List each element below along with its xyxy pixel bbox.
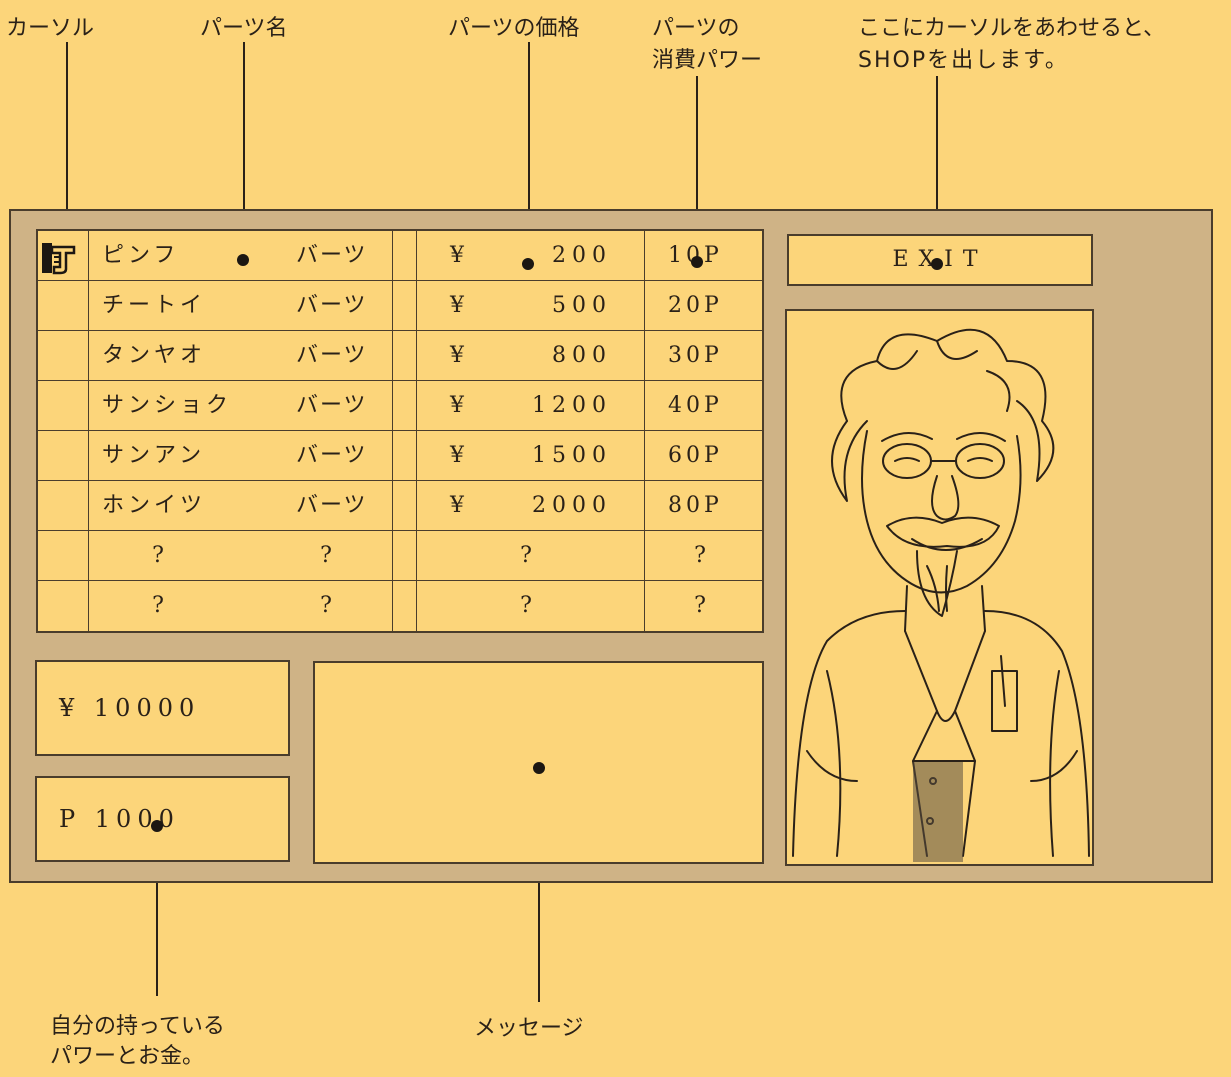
part-name-pointer-dot	[237, 254, 249, 266]
table-row[interactable]: ホンイツ バーツ ¥ 2000 80P	[38, 481, 762, 531]
exit-pointer-dot	[931, 258, 943, 270]
part-name: チートイ	[102, 293, 207, 318]
part-power-annotation-line2: 消費パワー	[652, 48, 763, 73]
part-power: 80P	[668, 493, 723, 518]
shopkeeper-portrait	[785, 309, 1094, 866]
part-power: 60P	[668, 443, 723, 468]
part-kind: バーツ	[296, 293, 368, 318]
part-power-pointer-dot	[691, 256, 703, 268]
part-power: 40P	[668, 393, 723, 418]
part-price: 500	[552, 293, 612, 318]
part-kind: バーツ	[296, 243, 368, 268]
own-pointer-dot	[151, 820, 163, 832]
own-annotation-line1: 自分の持っている	[50, 1014, 225, 1039]
table-row[interactable]: ? ? ? ?	[38, 581, 762, 631]
table-row[interactable]: タンヤオ バーツ ¥ 800 30P	[38, 331, 762, 381]
table-row[interactable]: ピンフ バーツ ¥ 200 10P	[38, 231, 762, 281]
part-power: ?	[694, 543, 706, 568]
part-name: ?	[152, 593, 164, 618]
part-price: 800	[552, 343, 612, 368]
part-name: サンショク	[102, 393, 233, 418]
exit-annotation-line1: ここにカーソルをあわせると、	[858, 16, 1166, 41]
table-row[interactable]: サンショク バーツ ¥ 1200 40P	[38, 381, 762, 431]
part-kind: ?	[320, 593, 332, 618]
part-name: ホンイツ	[102, 493, 207, 518]
message-annotation: メッセージ	[474, 1016, 584, 1041]
part-name: ピンフ	[102, 243, 180, 268]
part-kind: バーツ	[296, 443, 368, 468]
table-row[interactable]: チートイ バーツ ¥ 500 20P	[38, 281, 762, 331]
part-power: 30P	[668, 343, 723, 368]
part-name: タンヤオ	[102, 343, 207, 368]
part-kind: ?	[320, 543, 332, 568]
part-kind: バーツ	[296, 393, 368, 418]
own-annotation-line2: パワーとお金。	[50, 1044, 205, 1069]
old-man-illustration	[792, 328, 1090, 862]
part-kind: バーツ	[296, 343, 368, 368]
power-display: P 1000	[35, 776, 290, 862]
table-row[interactable]: サンアン バーツ ¥ 1500 60P	[38, 431, 762, 481]
cursor-annotation: カーソル	[6, 16, 95, 41]
part-price: ?	[520, 543, 532, 568]
table-row[interactable]: ? ? ? ?	[38, 531, 762, 581]
part-name-annotation: パーツ名	[200, 16, 288, 41]
part-price: ?	[520, 593, 532, 618]
part-price: 1200	[532, 393, 612, 418]
part-price-annotation: パーツの価格	[448, 16, 580, 41]
part-name: サンアン	[102, 443, 206, 468]
part-power: 20P	[668, 293, 723, 318]
part-price: 2000	[532, 493, 612, 518]
message-pointer-dot	[533, 762, 545, 774]
parts-table: ピンフ バーツ ¥ 200 10P チートイ バーツ ¥ 500 20P タンヤ…	[36, 229, 764, 633]
exit-annotation-line2: SHOPを出します。	[858, 48, 1069, 73]
part-price-pointer-dot	[522, 258, 534, 270]
part-power: ?	[694, 593, 706, 618]
part-power-annotation-line1: パーツの	[652, 16, 740, 41]
money-display: ¥ 10000	[35, 660, 290, 756]
part-name: ?	[152, 543, 164, 568]
part-kind: バーツ	[296, 493, 368, 518]
part-price: 200	[552, 243, 612, 268]
part-price: 1500	[532, 443, 612, 468]
